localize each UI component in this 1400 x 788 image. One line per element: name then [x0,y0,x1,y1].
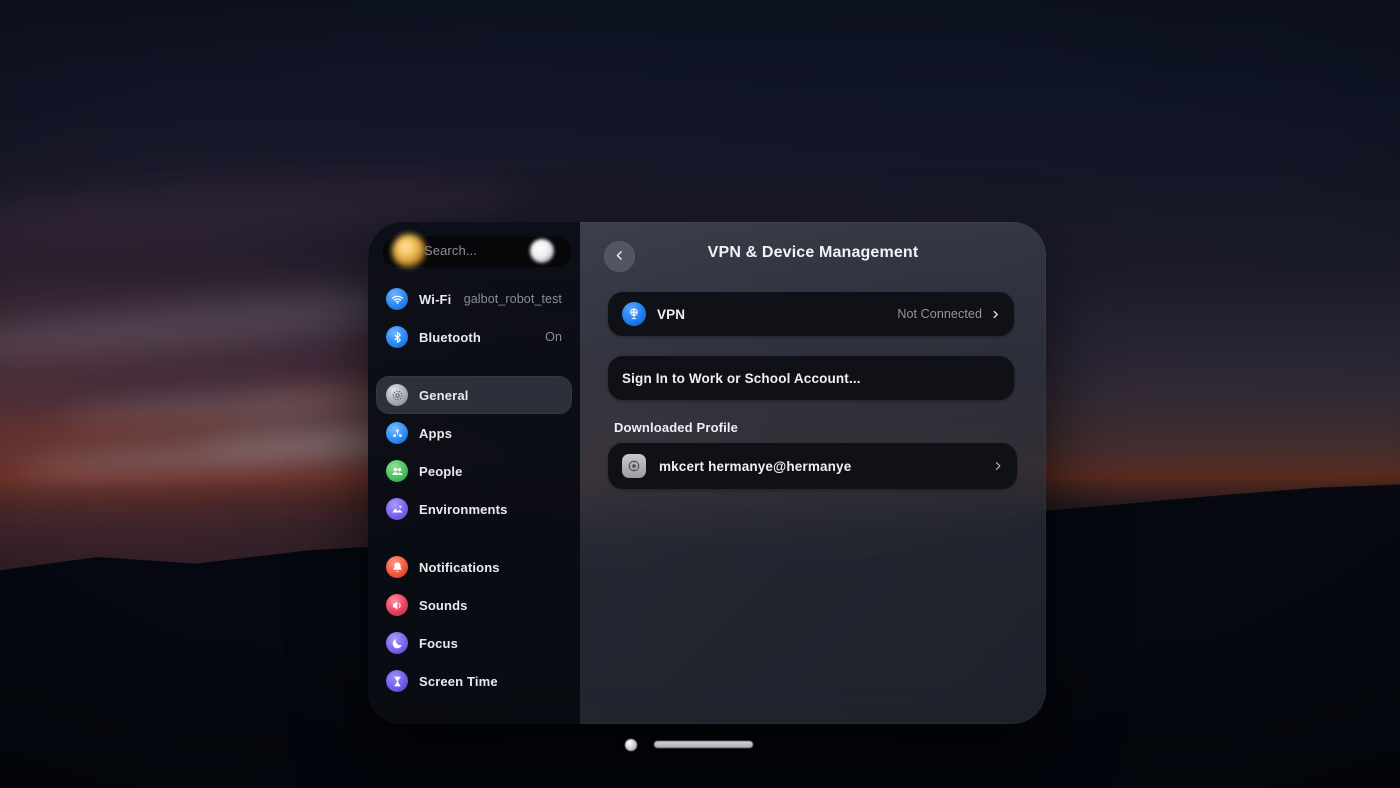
sidebar-item-label: People [419,463,463,479]
apps-icon [386,422,408,444]
sidebar-item-value: galbot_robot_test [463,292,562,306]
vpn-card: VPN Not Connected [608,292,1014,336]
downloaded-profile-card: mkcert hermanye@hermanye [608,443,1017,489]
sidebar-item-label: General [419,387,469,403]
sidebar-item-label: Sounds [419,597,468,613]
sidebar-item-bluetooth[interactable]: Bluetooth On [376,318,572,356]
profile-gear-icon [622,454,646,478]
settings-window: Search... Wi-Fi galbot_robot_test Blueto… [368,222,1046,724]
window-resize-grabber[interactable] [654,741,753,748]
notifications-icon [386,556,408,578]
sounds-icon [386,594,408,616]
vpn-row[interactable]: VPN Not Connected [608,292,1014,336]
sidebar-list: Wi-Fi galbot_robot_test Bluetooth On Gen… [368,280,580,700]
sidebar-item-environments[interactable]: Environments [376,490,572,528]
close-window-button[interactable] [625,739,637,751]
sidebar-item-focus[interactable]: Focus [376,624,572,662]
sidebar-item-screen-time[interactable]: Screen Time [376,662,572,700]
people-icon [386,460,408,482]
sign-in-work-school-button[interactable]: Sign In to Work or School Account... [608,356,1014,400]
sidebar-item-label: Wi-Fi [419,291,452,307]
settings-sidebar: Search... Wi-Fi galbot_robot_test Blueto… [368,222,580,724]
sidebar-item-label: Apps [419,425,453,441]
detail-body: VPN Not Connected Sign In to Work or Sch… [580,292,1046,489]
vpn-globe-icon [622,302,646,326]
vpn-label: VPN [657,306,686,322]
sidebar-item-notifications[interactable]: Notifications [376,548,572,586]
page-title: VPN & Device Management [707,244,919,261]
sidebar-item-people[interactable]: People [376,452,572,490]
sign-in-card: Sign In to Work or School Account... [608,356,1014,400]
profile-label: mkcert hermanye@hermanye [659,458,852,474]
search-field[interactable]: Search... [382,234,572,268]
sidebar-item-sounds[interactable]: Sounds [376,586,572,624]
white-orb-icon [530,239,554,263]
sidebar-group-divider [368,528,580,548]
gold-orb-icon [392,234,426,268]
profile-row-mkcert[interactable]: mkcert hermanye@hermanye [608,443,1017,489]
downloaded-profile-section-title: Downloaded Profile [614,420,739,435]
environments-icon [386,498,408,520]
sidebar-group-divider [368,356,580,376]
sidebar-item-general[interactable]: General [376,376,572,414]
chevron-right-icon [993,461,1003,471]
sidebar-item-label: Screen Time [419,673,498,689]
gear-icon [386,384,408,406]
search-placeholder: Search... [424,243,477,258]
sign-in-label: Sign In to Work or School Account... [622,370,861,386]
sidebar-item-apps[interactable]: Apps [376,414,572,452]
sidebar-item-wi-fi[interactable]: Wi-Fi galbot_robot_test [376,280,572,318]
sidebar-item-label: Bluetooth [419,329,482,345]
sidebar-item-label: Focus [419,635,459,651]
focus-icon [386,632,408,654]
sidebar-item-label: Notifications [419,559,500,575]
vpn-status-value: Not Connected [897,307,982,321]
sidebar-item-value: On [545,330,562,344]
detail-header: VPN & Device Management [580,222,1046,292]
wifi-icon [386,288,408,310]
settings-detail-pane: VPN & Device Management VPN Not Connecte… [580,222,1046,724]
screen-time-icon [386,670,408,692]
chevron-right-icon [991,310,1000,319]
sidebar-item-label: Environments [419,501,508,517]
bluetooth-icon [386,326,408,348]
